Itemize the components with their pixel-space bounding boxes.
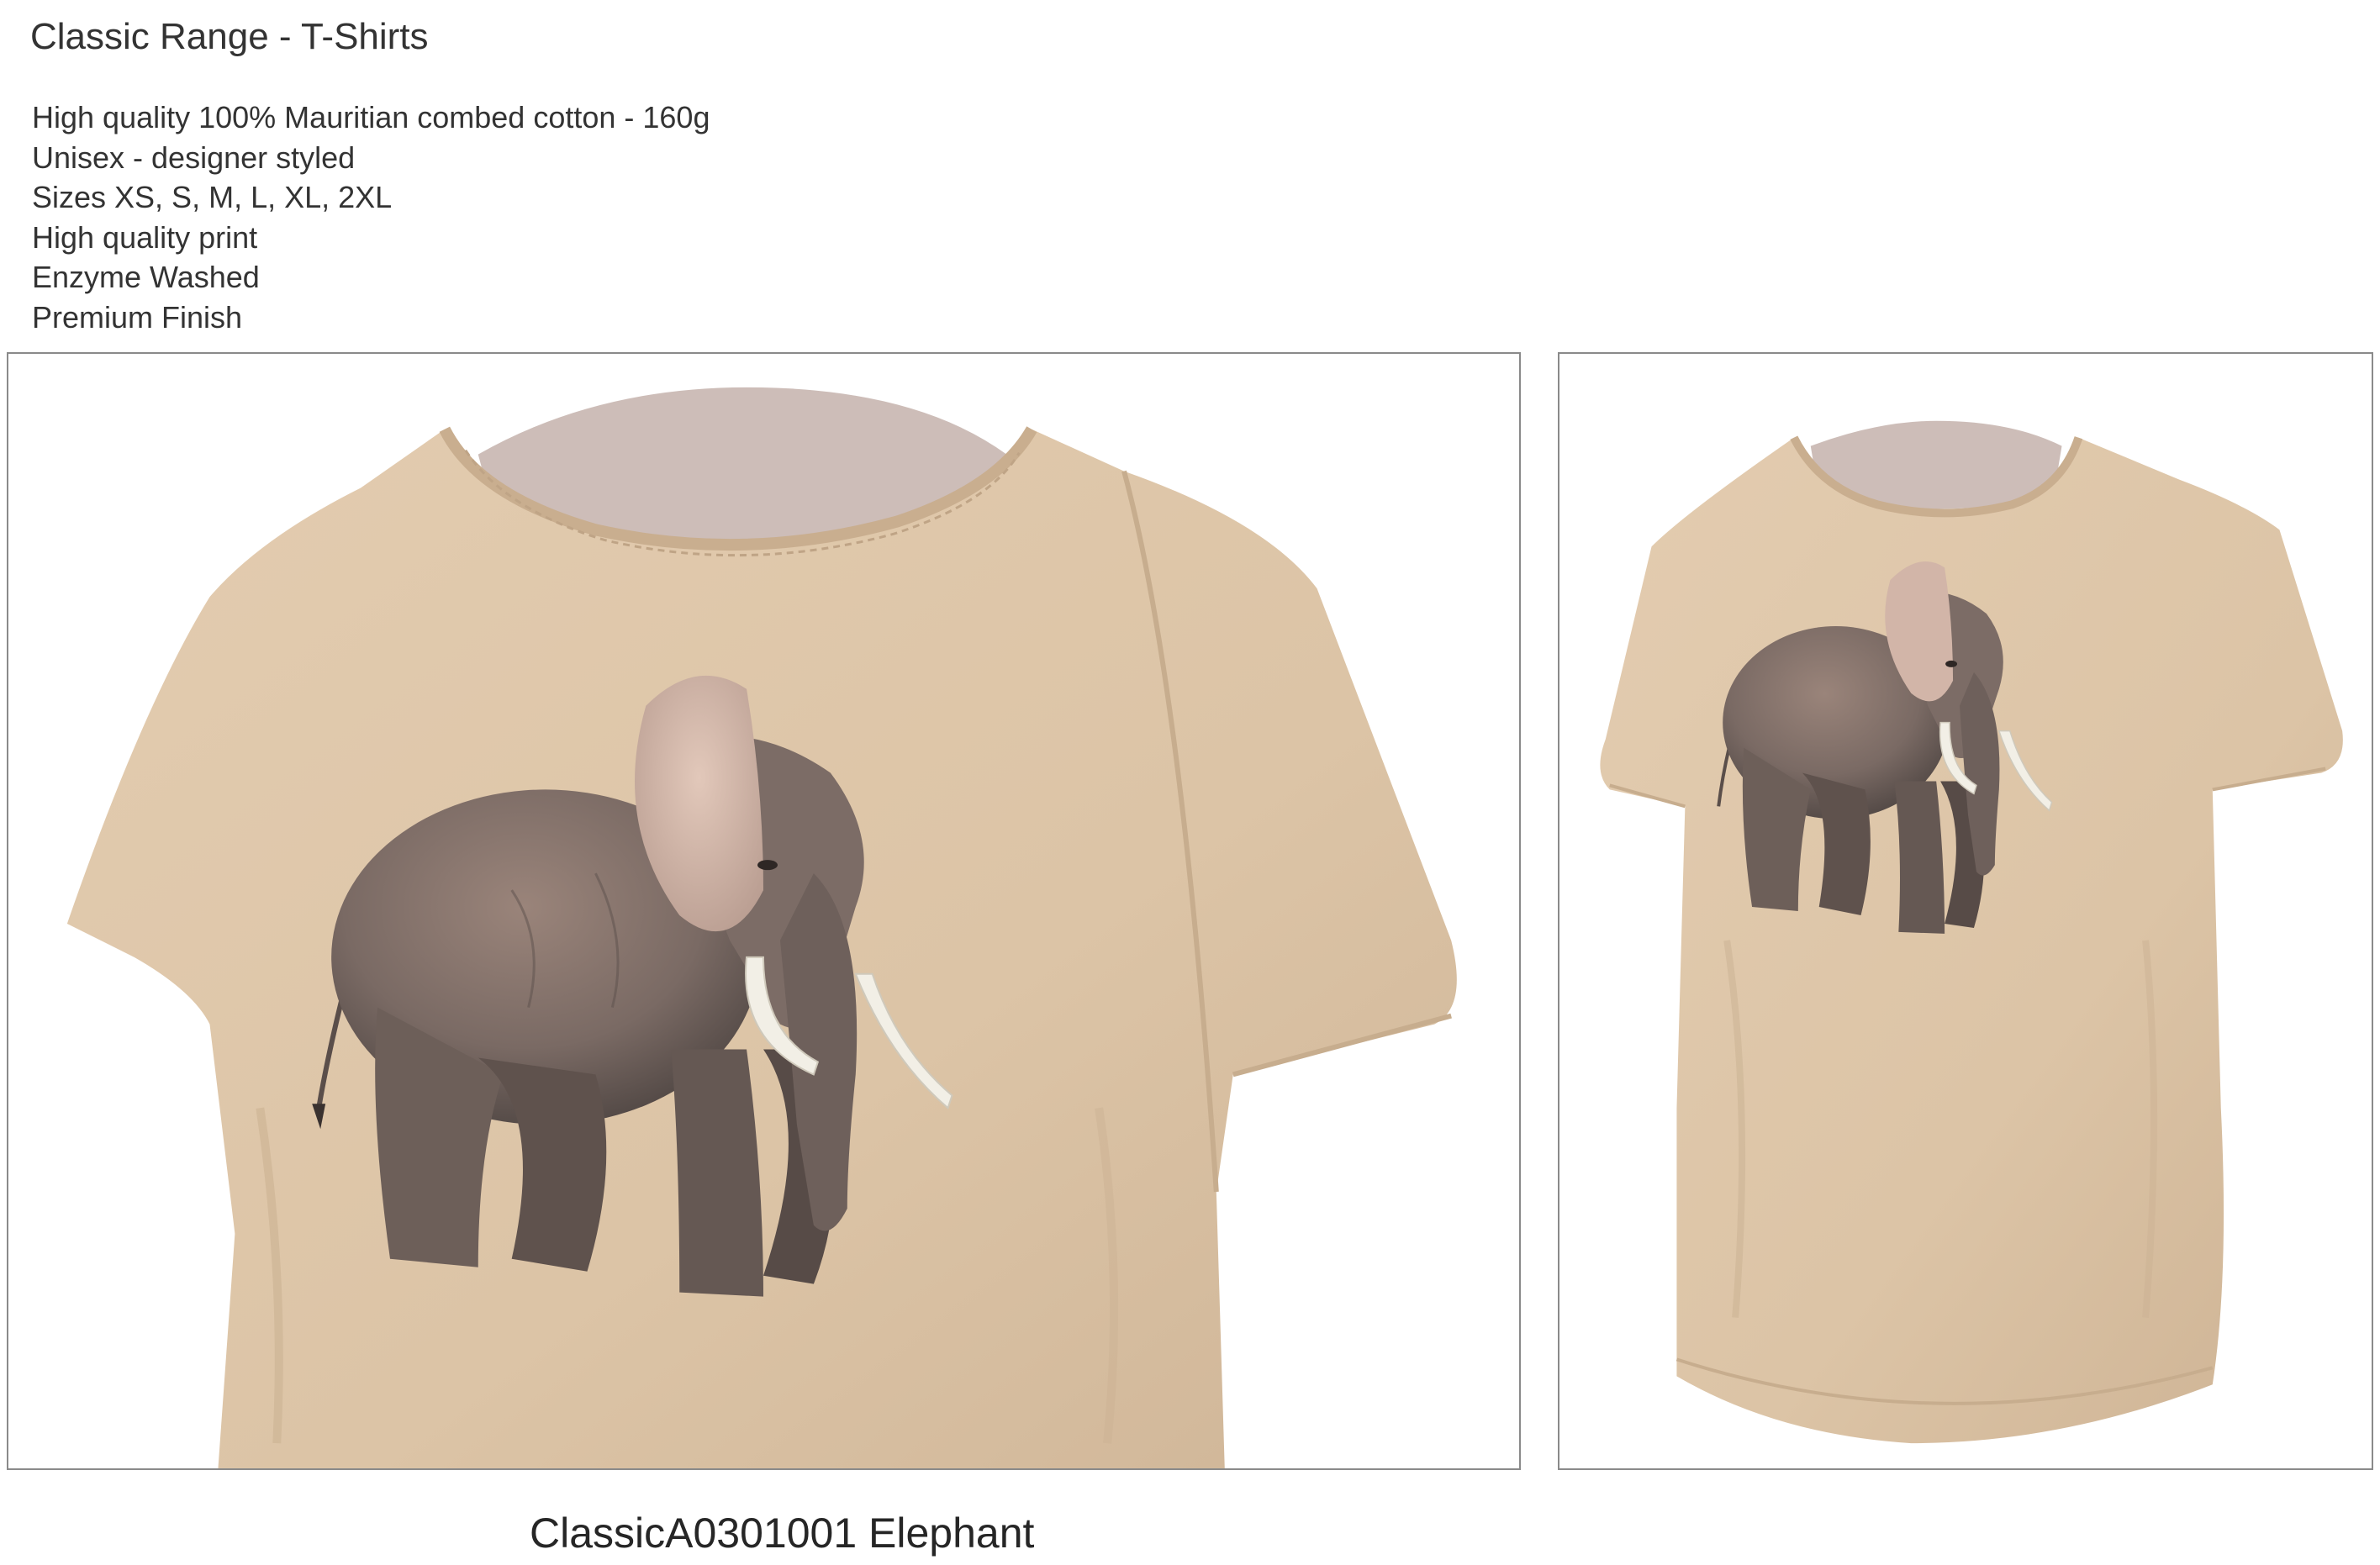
- feature-item: Unisex - designer styled: [32, 140, 356, 175]
- feature-item: Premium Finish: [32, 299, 243, 335]
- tshirt-full-illustration: [1600, 420, 2343, 1444]
- feature-item: Enzyme Washed: [32, 260, 260, 294]
- tshirt-full-photo: [1558, 352, 2373, 1470]
- feature-item: High quality 100% Mauritian combed cotto…: [32, 100, 710, 134]
- product-caption: ClassicA0301001 Elephant: [530, 1510, 1035, 1557]
- feature-list: High quality 100% Mauritian combed cotto…: [32, 97, 710, 337]
- tshirt-closeup-photo: [7, 352, 1521, 1470]
- tshirt-closeup-illustration: [66, 387, 1457, 1468]
- page-title: Classic Range - T-Shirts: [30, 16, 429, 57]
- feature-item: High quality print: [32, 219, 258, 255]
- feature-item: Sizes XS, S, M, L, XL, 2XL: [32, 180, 393, 214]
